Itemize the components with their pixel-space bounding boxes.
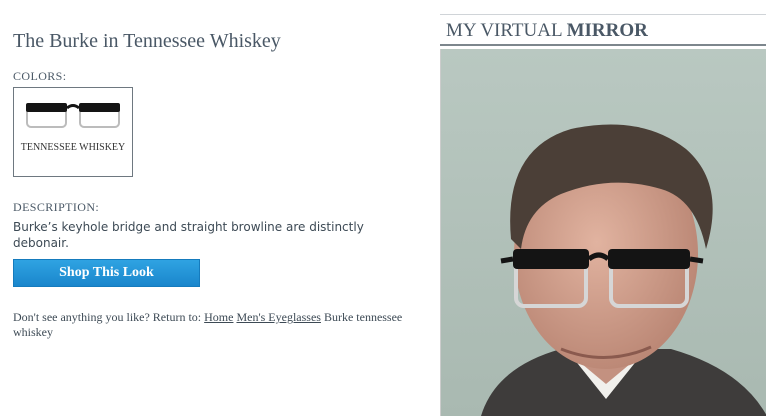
color-swatch-tennessee-whiskey[interactable]: TENNESSEE WHISKEY (13, 87, 133, 177)
breadcrumb-mens-eyeglasses-link[interactable]: Men's Eyeglasses (236, 310, 320, 324)
breadcrumb-home-link[interactable]: Home (204, 310, 233, 324)
virtual-mirror-panel: MY VIRTUAL MIRROR (437, 14, 766, 416)
glasses-thumbnail-icon (26, 103, 120, 128)
swatch-name: TENNESSEE WHISKEY (20, 142, 126, 153)
return-prefix: Don't see anything you like? Return to: (13, 310, 202, 324)
return-breadcrumb: Don't see anything you like? Return to: … (13, 310, 418, 340)
mirror-heading: MY VIRTUAL MIRROR (440, 14, 766, 44)
mirror-photo (440, 49, 766, 416)
mirror-heading-regular: MY VIRTUAL (446, 20, 562, 41)
product-title: The Burke in Tennessee Whiskey (13, 30, 281, 52)
mirror-divider (440, 44, 766, 46)
shop-this-look-button[interactable]: Shop This Look (13, 259, 200, 287)
description-label: DESCRIPTION: (13, 200, 100, 214)
product-description: Burke’s keyhole bridge and straight brow… (13, 220, 364, 250)
mirror-heading-bold: MIRROR (566, 20, 648, 41)
person-portrait-image (441, 49, 766, 416)
colors-label: COLORS: (13, 69, 67, 83)
